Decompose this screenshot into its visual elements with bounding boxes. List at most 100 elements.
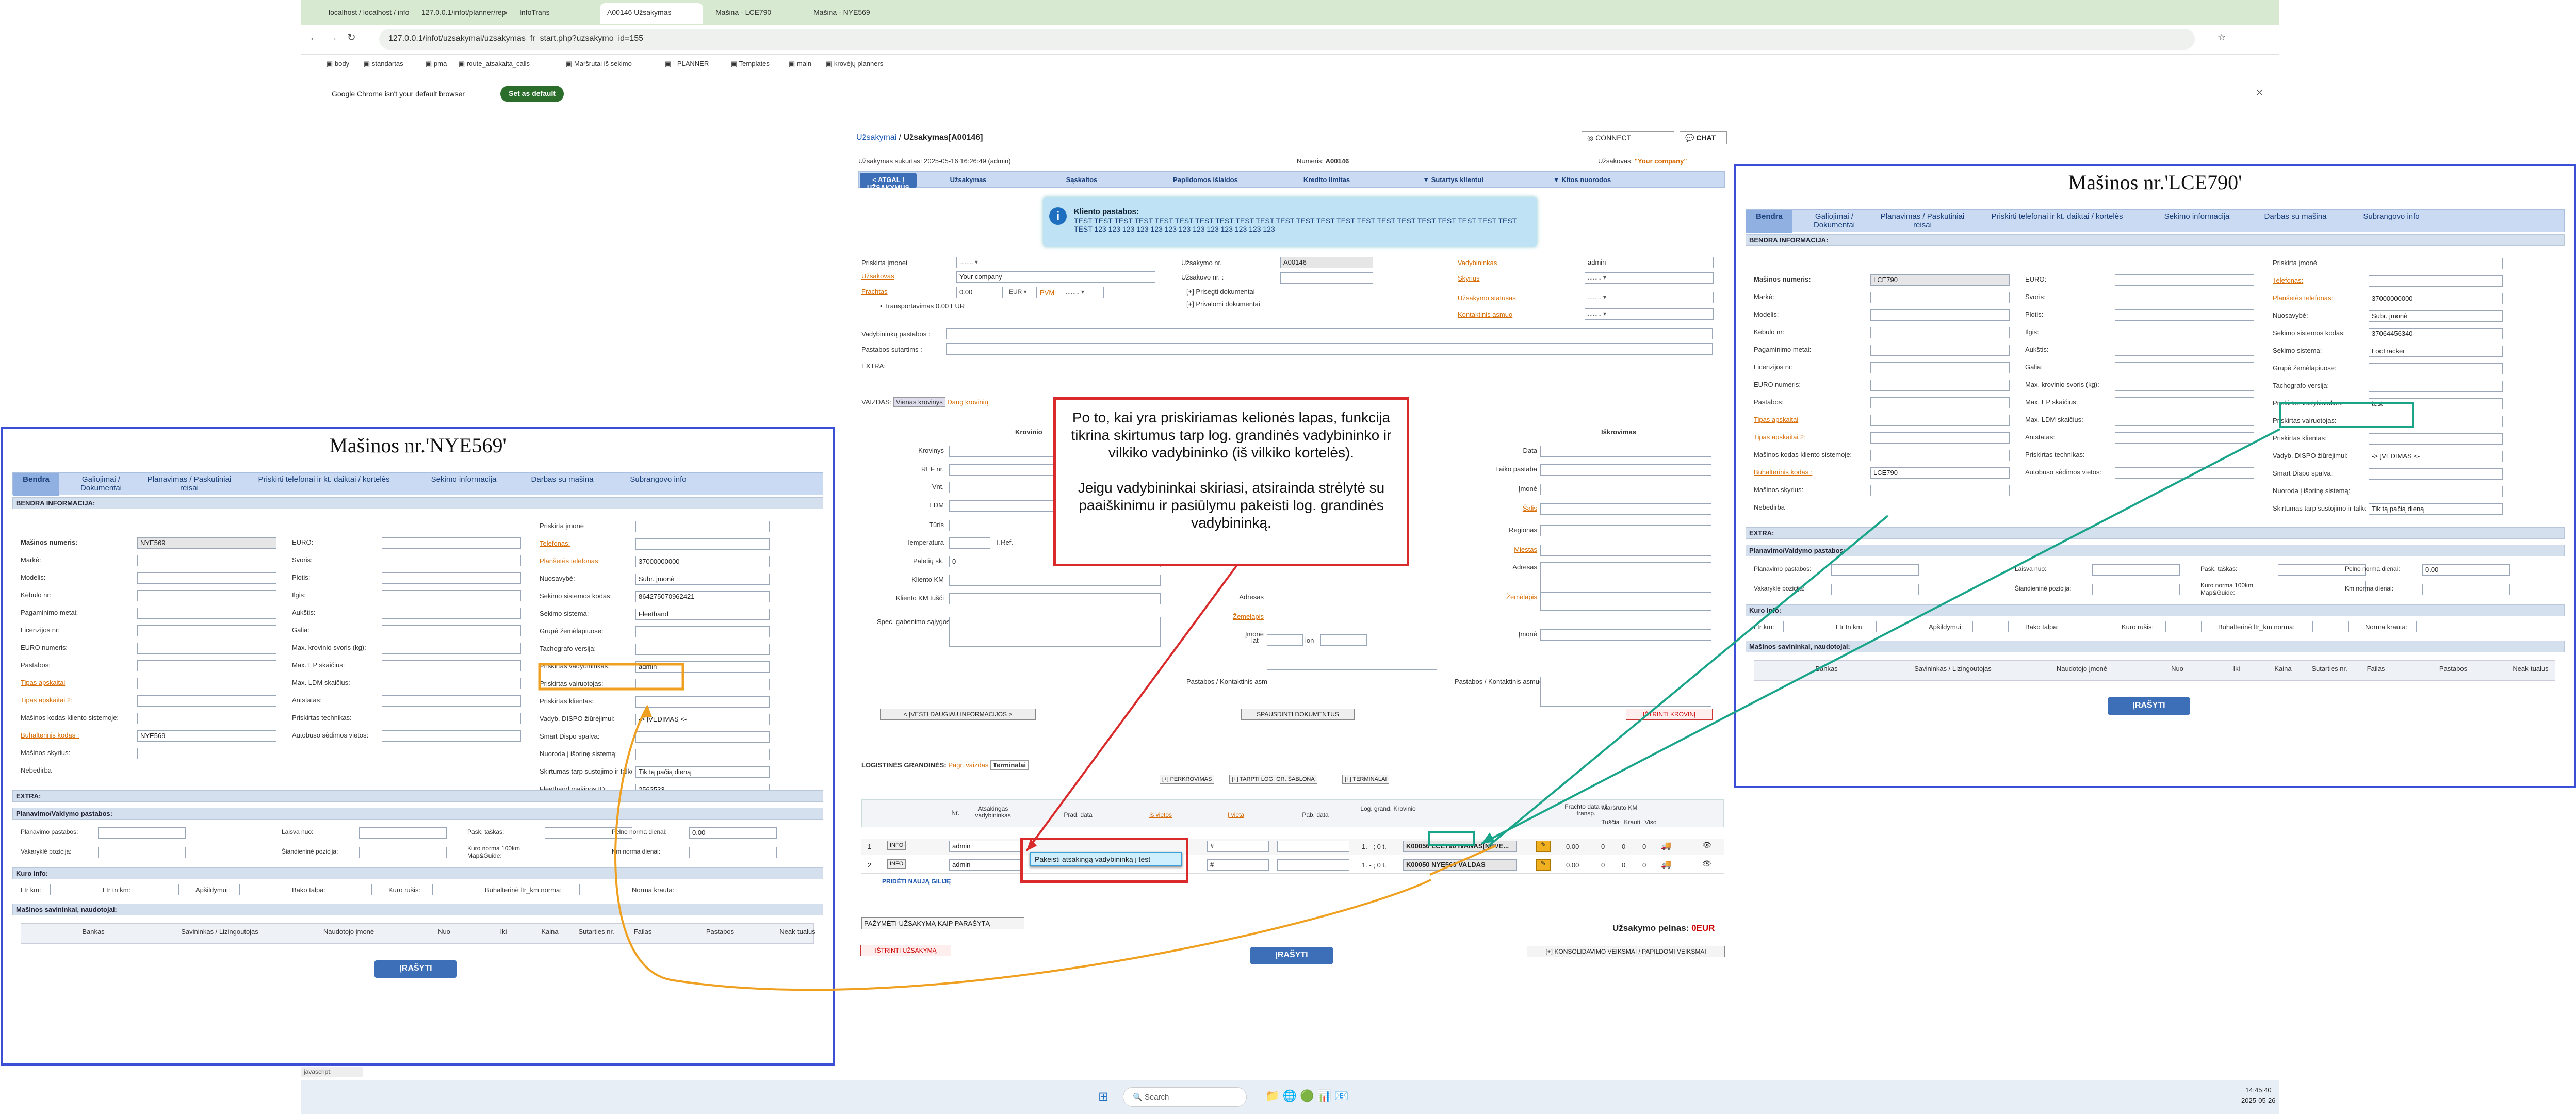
print-documents-button[interactable]: SPAUSDINTI DOKUMENTUS (1241, 709, 1355, 720)
connect-button[interactable]: ◎ CONNECT (1582, 131, 1674, 144)
bookmark-item[interactable]: ▣ Templates (731, 60, 770, 68)
vehicle-field-input[interactable] (382, 625, 521, 636)
truck-icon[interactable]: 🚚 (1661, 841, 1671, 851)
vehicle-tab[interactable]: Subrangovo info (609, 473, 707, 496)
loading-input[interactable] (949, 575, 1161, 586)
vehicle-field-input[interactable] (1870, 432, 2010, 444)
info-button[interactable]: INFO (887, 859, 906, 869)
vehicle-field-input[interactable] (382, 660, 521, 671)
vehicle-tab[interactable]: Priskirti telefonai ir kt. daiktai / kor… (239, 473, 409, 496)
order-nav-item[interactable]: Užsakymas (917, 173, 1020, 188)
truck-icon[interactable]: 🚚 (1661, 859, 1671, 870)
vehicle-field-input[interactable] (1870, 485, 2010, 496)
vehicle-field-input[interactable] (2115, 309, 2254, 321)
fuel-field-input[interactable] (2312, 621, 2349, 632)
lon-input[interactable] (1320, 634, 1367, 646)
vehicle-field-input[interactable]: Tik tą pačią dieną (2369, 503, 2503, 515)
vehicle-field-input[interactable] (137, 643, 276, 654)
vehicle-field-input[interactable] (2115, 397, 2254, 408)
text-input[interactable] (946, 343, 1713, 355)
end-date-input[interactable] (1277, 841, 1349, 852)
truck-assignment[interactable]: K00056 LCE790 IVANAS[NEVE... (1403, 841, 1517, 852)
planning-field-input[interactable] (359, 847, 447, 858)
vehicle-field-input[interactable] (1870, 292, 2010, 303)
truck-assignment[interactable]: K00050 NYE569 VALDAS (1403, 859, 1517, 871)
vehicle-field-input[interactable] (2369, 486, 2503, 497)
to-input[interactable]: # (1207, 859, 1269, 871)
fuel-field-input[interactable] (239, 884, 275, 895)
vehicle-save-button[interactable]: ĮRAŠYTI (374, 960, 457, 978)
vehicle-field-input[interactable] (2115, 415, 2254, 426)
vehicle-field-input[interactable] (2115, 327, 2254, 338)
enter-more-info-button[interactable]: < ĮVESTI DAUGIAU INFORMACIJOS > (880, 709, 1036, 720)
bookmark-item[interactable]: ▣ krovėjų planners (826, 60, 883, 68)
chat-button[interactable]: 💬 CHAT (1680, 131, 1727, 144)
vehicle-tab[interactable]: Subrangovo info (2342, 210, 2440, 233)
vehicle-field-input[interactable]: NYE569 (137, 730, 276, 742)
unloading-input[interactable] (1540, 525, 1711, 536)
vehicle-field-input[interactable] (382, 678, 521, 689)
browser-tab[interactable]: Mašina - LCE790 (708, 3, 801, 24)
unloading-input[interactable] (1540, 484, 1711, 495)
browser-tab[interactable]: A00146 Užsakymas (600, 3, 703, 24)
delete-order-button[interactable]: IŠTRINTI UŽSAKYMĄ (860, 945, 951, 956)
vehicle-field-input[interactable] (2369, 258, 2503, 269)
manager-select[interactable]: admin (949, 841, 1021, 852)
back-icon[interactable]: ← (309, 32, 319, 44)
taskbar-apps-icon[interactable]: 📁 🌐 🟢 📊 📧 (1265, 1089, 1348, 1103)
vehicle-field-input[interactable] (382, 730, 521, 742)
to-input[interactable]: # (1207, 841, 1269, 852)
vehicle-field-input[interactable]: 37064456340 (2369, 328, 2503, 339)
vehicle-field-input[interactable] (382, 713, 521, 724)
text-input[interactable] (946, 328, 1713, 339)
vehicle-field-input[interactable] (382, 608, 521, 619)
vehicle-field-input[interactable] (635, 538, 770, 550)
unloading-input[interactable] (1540, 629, 1711, 641)
planning-field-input[interactable] (2092, 584, 2180, 595)
vehicle-tab[interactable]: Bendra (13, 473, 59, 496)
vehicle-field-input[interactable]: -> ĮVEDIMAS <- (635, 714, 770, 725)
loading-input[interactable] (949, 593, 1161, 604)
vehicle-tab[interactable]: Planavimas / Paskutiniai reisai (143, 473, 236, 496)
vehicle-save-button[interactable]: ĮRAŠYTI (2108, 697, 2190, 715)
planning-field-input[interactable] (689, 847, 777, 858)
fuel-field-input[interactable] (50, 884, 86, 895)
planning-field-input[interactable]: 0.00 (689, 827, 777, 839)
vehicle-field-input[interactable] (1870, 327, 2010, 338)
star-icon[interactable]: ☆ (2218, 32, 2226, 43)
unloading-input[interactable] (1540, 446, 1711, 457)
vehicle-field-input[interactable] (2115, 432, 2254, 444)
vehicle-field-input[interactable] (137, 608, 276, 619)
close-icon[interactable]: ✕ (2256, 88, 2263, 99)
end-date-input[interactable] (1277, 859, 1349, 871)
planning-field-input[interactable] (98, 827, 186, 839)
fuel-field-input[interactable] (336, 884, 372, 895)
reload-icon[interactable]: ↻ (347, 31, 356, 44)
vehicle-field-input[interactable] (2115, 362, 2254, 373)
vehicle-field-input[interactable] (137, 572, 276, 584)
info-button[interactable]: INFO (887, 841, 906, 850)
vehicle-field-input[interactable] (382, 572, 521, 584)
edit-icon[interactable]: ✎ (1536, 859, 1551, 871)
mid-address-input[interactable] (1267, 578, 1437, 626)
select-input[interactable]: ........ ▾ (1585, 308, 1714, 320)
fuel-field-input[interactable] (1876, 621, 1912, 632)
browser-tab[interactable]: InfoTrans (512, 3, 595, 24)
planning-field-input[interactable] (1831, 564, 1919, 576)
vehicle-field-input[interactable]: Subr. įmonė (2369, 310, 2503, 322)
fuel-field-input[interactable] (2165, 621, 2202, 632)
bookmark-item[interactable]: ▣ - PLANNER - (665, 60, 713, 68)
vehicle-field-input[interactable] (2369, 275, 2503, 287)
browser-tab[interactable]: Mašina - NYE569 (806, 3, 899, 24)
vehicle-field-input[interactable] (2369, 416, 2503, 427)
vehicle-field-input[interactable] (137, 678, 276, 689)
vehicle-field-input[interactable]: -> ĮVEDIMAS <- (2369, 451, 2503, 462)
vehicle-tab[interactable]: Darbas su mašina (2252, 210, 2339, 233)
planning-field-input[interactable] (1831, 584, 1919, 595)
main-view-link[interactable]: Pagr. vaizdas (948, 761, 988, 769)
loading-input[interactable] (949, 617, 1161, 647)
vehicle-field-input[interactable] (635, 644, 770, 655)
eye-icon[interactable]: 👁 (1702, 859, 1711, 868)
order-nav-item[interactable]: ▼ Kitos nuorodos (1520, 173, 1644, 188)
chain-action-button[interactable]: [+] TERMINALAI (1342, 775, 1390, 784)
